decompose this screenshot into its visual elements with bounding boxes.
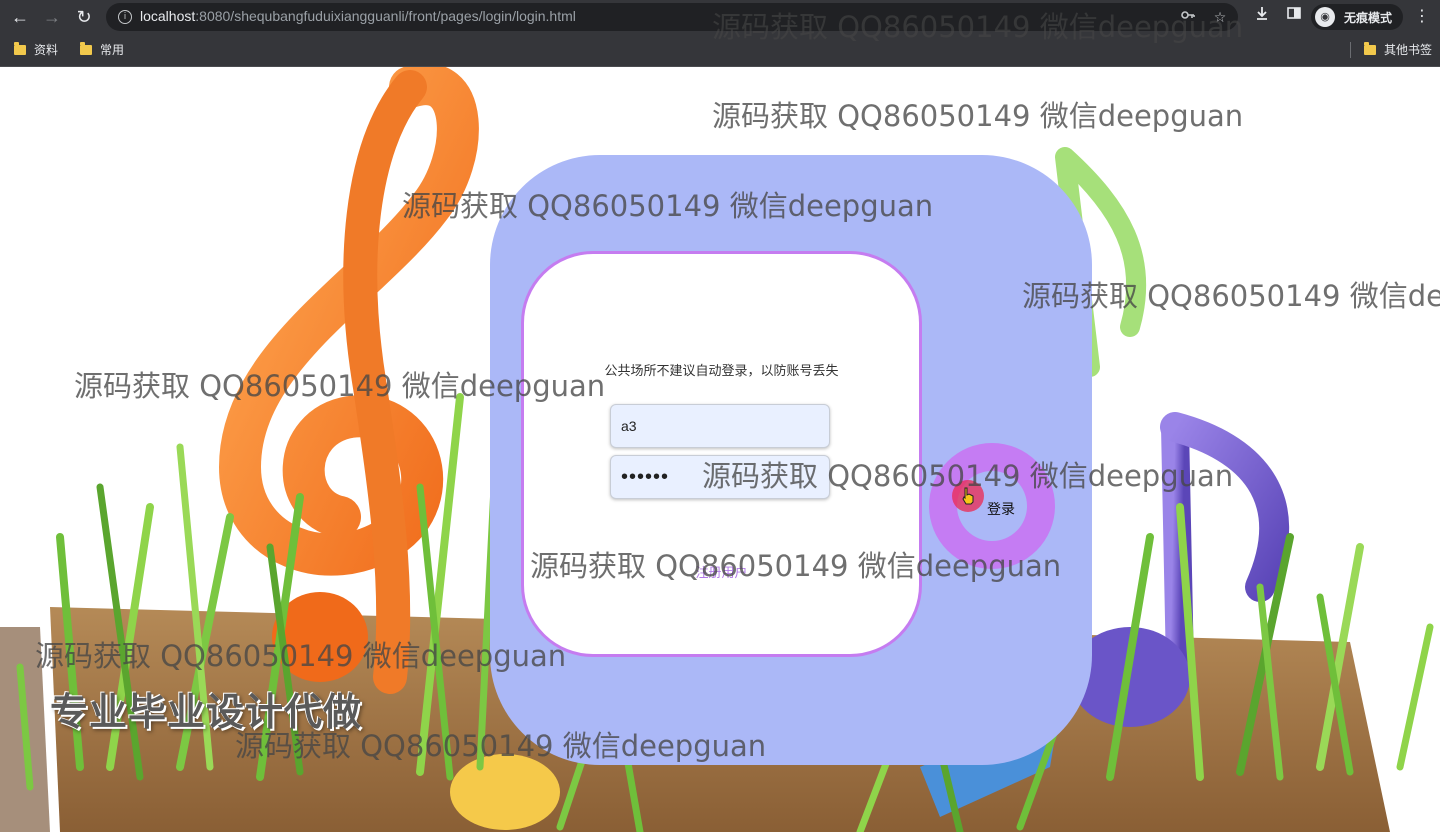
incognito-badge[interactable]: ◉ 无痕模式: [1311, 4, 1403, 30]
username-input[interactable]: [610, 404, 830, 448]
promo-banner: 专业毕业设计代做: [50, 690, 363, 734]
incognito-label: 无痕模式: [1344, 11, 1393, 25]
address-bar[interactable]: i localhost:8080/shequbangfuduixiangguan…: [106, 3, 1238, 31]
forward-icon[interactable]: →: [40, 5, 64, 29]
browser-toolbar: ← → ↻ i localhost:8080/shequbangfuduixia…: [0, 0, 1440, 34]
sidebar-icon[interactable]: [1282, 5, 1306, 29]
star-icon[interactable]: ☆: [1210, 7, 1230, 27]
bookmark-label: 资料: [34, 43, 59, 57]
download-icon[interactable]: [1250, 5, 1274, 29]
bookmark-other[interactable]: 其他书签: [1364, 41, 1432, 59]
folder-icon: [14, 42, 26, 55]
url-path: :8080/shequbangfuduixiangguanli/front/pa…: [195, 8, 576, 24]
url-host: localhost: [140, 8, 196, 24]
info-icon[interactable]: i: [118, 10, 132, 24]
bookmarks-bar: 资料 常用 其他书签: [0, 34, 1440, 67]
bookmark-divider: [1350, 42, 1351, 58]
register-link[interactable]: 注册用户: [524, 562, 919, 581]
key-icon[interactable]: [1178, 7, 1198, 27]
login-button-label: 登录: [987, 502, 1015, 518]
auto-login-notice: 公共场所不建议自动登录，以防账号丢失: [604, 364, 839, 379]
bookmark-label: 其他书签: [1384, 43, 1433, 57]
url-text[interactable]: localhost:8080/shequbangfuduixiangguanli…: [140, 8, 576, 24]
bookmark-ziliao[interactable]: 资料: [14, 41, 58, 59]
menu-icon[interactable]: ⋮: [1410, 5, 1434, 29]
login-page: 公共场所不建议自动登录，以防账号丢失 注册用户 登录 专业毕业设计代做 源码获取…: [0, 67, 1440, 832]
bookmark-changyong[interactable]: 常用: [80, 41, 124, 59]
back-icon[interactable]: ←: [8, 5, 32, 29]
yellow-note: [450, 754, 560, 830]
folder-icon: [1364, 42, 1376, 55]
reload-icon[interactable]: ↻: [72, 5, 96, 29]
bookmark-label: 常用: [100, 43, 125, 57]
login-button[interactable]: 登录: [929, 443, 1055, 569]
password-input[interactable]: [610, 455, 830, 499]
folder-icon: [80, 42, 92, 55]
login-form-card: 公共场所不建议自动登录，以防账号丢失 注册用户: [521, 251, 922, 657]
browser-window: ← → ↻ i localhost:8080/shequbangfuduixia…: [0, 0, 1440, 832]
incognito-icon: ◉: [1315, 7, 1335, 27]
